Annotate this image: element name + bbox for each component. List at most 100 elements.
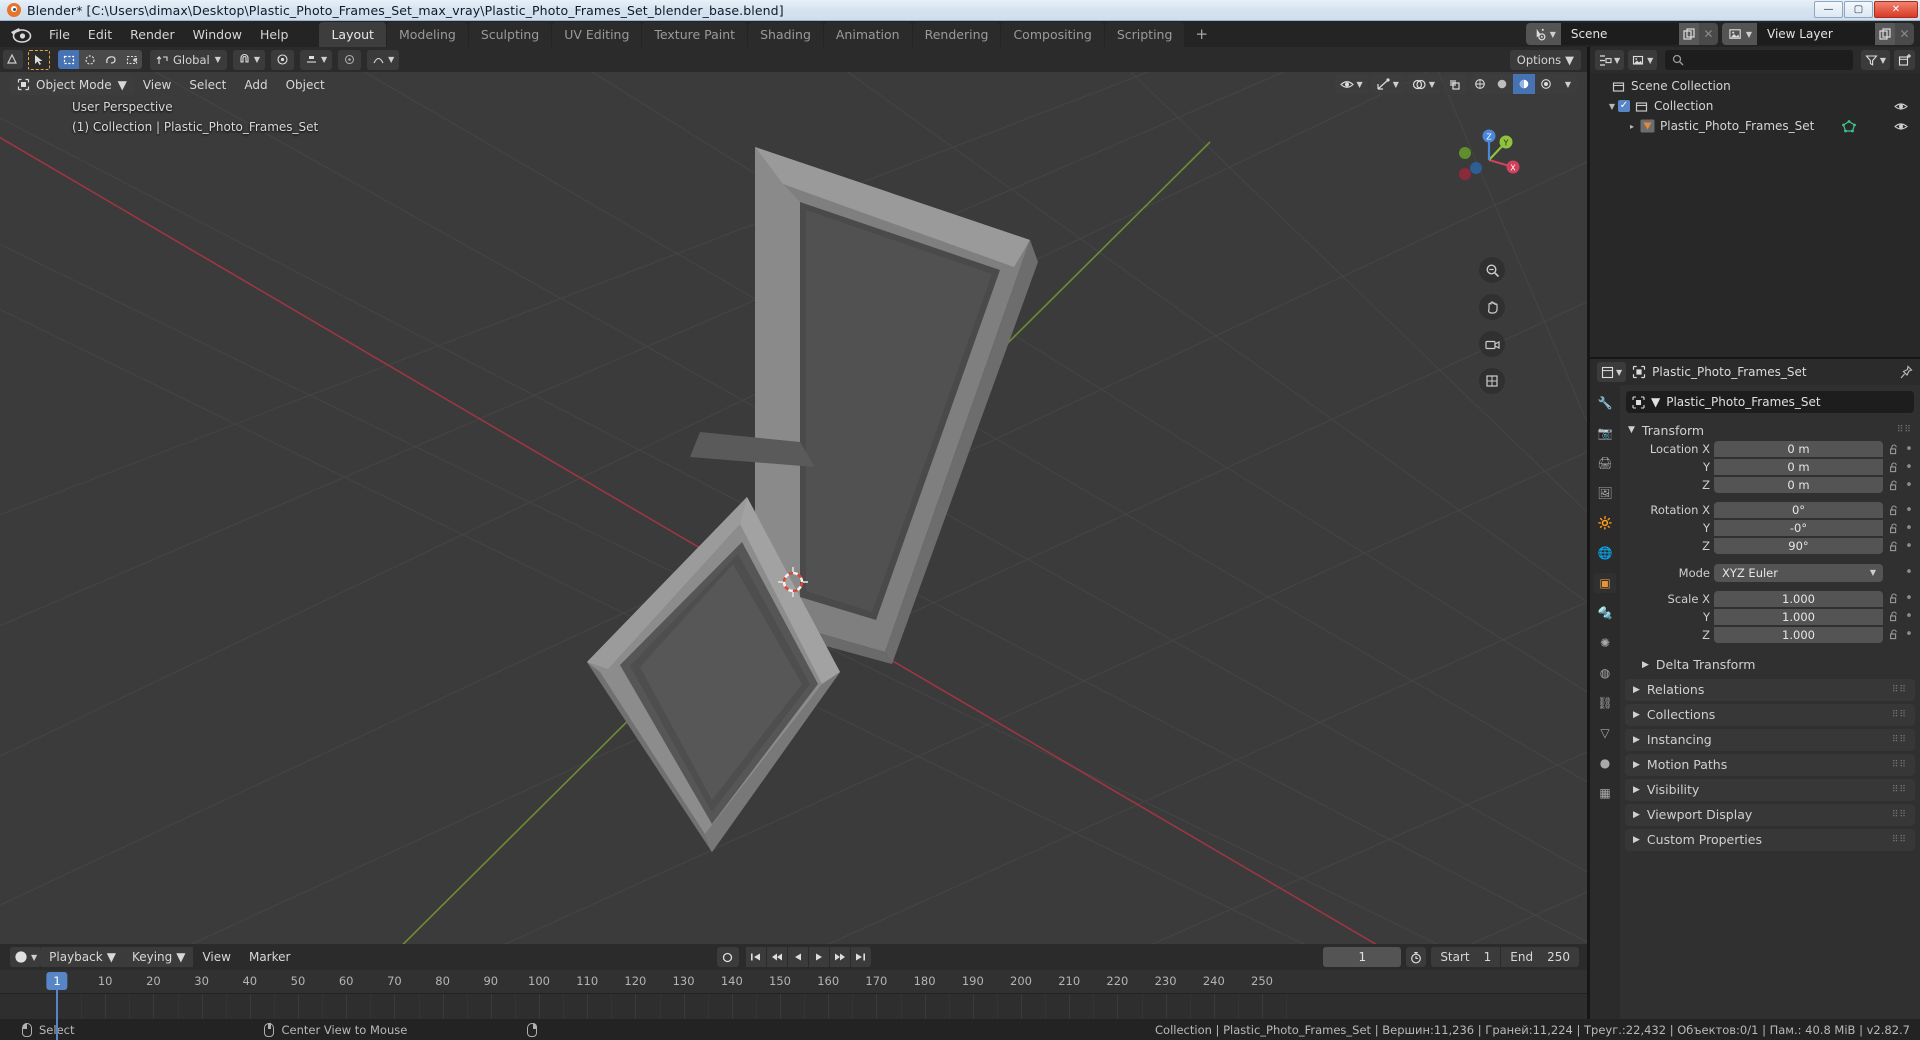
outliner-row-object[interactable]: ▸ Plastic_Photo_Frames_Set (1590, 116, 1920, 136)
viewport-menu-select[interactable]: Select (180, 75, 235, 95)
scene-selector[interactable]: ▼ Scene ✕ (1525, 23, 1718, 45)
animate-property-dot[interactable]: • (1904, 443, 1914, 456)
view-layer-browse-button[interactable]: ▼ (1721, 23, 1757, 45)
next-keyframe-button[interactable] (829, 947, 850, 967)
outliner-editor-type-button[interactable]: ▼ (1595, 50, 1625, 70)
maximize-button[interactable]: ▢ (1844, 1, 1873, 18)
scale-z-field[interactable]: 1.000 (1714, 626, 1883, 643)
transform-panel-header[interactable]: ▼ Transform ⠿⠿ (1620, 419, 1920, 441)
animate-property-dot[interactable]: • (1904, 479, 1914, 492)
menu-file[interactable]: File (40, 24, 79, 45)
viewport-options-dropdown[interactable]: Options ▼ (1509, 49, 1581, 70)
shading-dropdown-button[interactable]: ▼ (1557, 74, 1579, 94)
lock-icon[interactable] (1887, 629, 1900, 640)
panel-header-delta-transform[interactable]: ▶ Delta Transform (1620, 654, 1920, 676)
object-tab[interactable]: ▣ (1594, 573, 1616, 593)
minimize-button[interactable]: — (1814, 1, 1843, 18)
new-view-layer-button[interactable] (1875, 23, 1895, 45)
pivot-point-button[interactable] (338, 49, 362, 70)
tab-sculpting[interactable]: Sculpting (468, 21, 552, 47)
jump-to-start-button[interactable] (745, 947, 766, 967)
scene-tab[interactable]: 🔆 (1594, 513, 1616, 533)
tool-tab[interactable]: 🔧 (1594, 393, 1616, 413)
rotation-x-field[interactable]: 0° (1714, 502, 1883, 519)
output-tab[interactable]: 🖨 (1594, 453, 1616, 473)
editor-type-button[interactable] (3, 50, 23, 69)
material-tab[interactable]: ● (1594, 753, 1616, 773)
select-circle-button[interactable] (79, 50, 100, 69)
location-x-field[interactable]: 0 m (1714, 441, 1883, 458)
tab-modeling[interactable]: Modeling (386, 21, 468, 47)
render-tab[interactable]: 📷 (1594, 423, 1616, 443)
shading-solid-button[interactable] (1491, 74, 1513, 94)
panel-header-custom-properties[interactable]: ▶ Custom Properties ⠿⠿ (1625, 828, 1915, 851)
timeline-playhead[interactable]: 1 (46, 972, 68, 990)
new-collection-button[interactable] (1894, 50, 1915, 70)
play-reverse-button[interactable] (787, 947, 808, 967)
modifier-tab[interactable]: 🔩 (1594, 603, 1616, 623)
snap-target-button[interactable]: ▼ (300, 49, 333, 70)
gizmo-toggle-button[interactable]: ▼ (1370, 74, 1404, 94)
zoom-icon[interactable] (1479, 257, 1505, 283)
scale-y-field[interactable]: 1.000 (1714, 608, 1883, 625)
tab-layout[interactable]: Layout (319, 21, 386, 47)
panel-header-collections[interactable]: ▶ Collections ⠿⠿ (1625, 703, 1915, 726)
end-frame-field[interactable]: End 250 (1501, 947, 1579, 967)
start-frame-field[interactable]: Start 1 (1431, 947, 1501, 967)
lock-icon[interactable] (1887, 444, 1900, 455)
scene-name[interactable]: Scene (1560, 23, 1679, 45)
lock-icon[interactable] (1887, 462, 1900, 473)
viewport-menu-view[interactable]: View (134, 75, 180, 95)
view-layer-tab[interactable]: 🖼 (1594, 483, 1616, 503)
tab-rendering[interactable]: Rendering (912, 21, 1001, 47)
proportional-edit-button[interactable] (271, 49, 294, 70)
transform-orientation-dropdown[interactable]: Global ▼ (150, 49, 227, 70)
animate-property-dot[interactable]: • (1904, 628, 1914, 641)
shading-wireframe-button[interactable] (1469, 74, 1491, 94)
panel-header-motion-paths[interactable]: ▶ Motion Paths ⠿⠿ (1625, 753, 1915, 776)
particles-tab[interactable]: ✺ (1594, 633, 1616, 653)
physics-tab[interactable]: ◍ (1594, 663, 1616, 683)
scene-browse-button[interactable]: ▼ (1525, 23, 1561, 45)
navigation-gizmo[interactable]: X Y Z (1449, 120, 1529, 200)
auto-keyframe-toggle[interactable] (1406, 947, 1427, 967)
timeline-ruler[interactable]: 1 10 20 30 40 50 60 70 80 90 100 110 120 130 140 150 160… (0, 970, 1587, 1040)
previous-keyframe-button[interactable] (766, 947, 787, 967)
lock-icon[interactable] (1887, 505, 1900, 516)
camera-view-icon[interactable] (1479, 331, 1505, 357)
blender-app-icon[interactable] (10, 25, 32, 43)
tab-scripting[interactable]: Scripting (1104, 21, 1185, 47)
object-data-tab[interactable]: ▽ (1594, 723, 1616, 743)
properties-breadcrumb[interactable]: ▼ Plastic_Photo_Frames_Set (1626, 391, 1914, 413)
play-button[interactable] (808, 947, 829, 967)
timeline-track-area[interactable] (0, 994, 1587, 1019)
lock-icon[interactable] (1887, 480, 1900, 491)
lock-icon[interactable] (1887, 523, 1900, 534)
constraints-tab[interactable]: ⛓ (1594, 693, 1616, 713)
shading-material-button[interactable] (1513, 74, 1535, 94)
viewport-menu-object[interactable]: Object (277, 75, 334, 95)
timeline-editor[interactable]: ▼ Playback ▼ Keying ▼ View Marker 1 Star… (0, 944, 1587, 1040)
expand-triangle-icon[interactable]: ▼ (1606, 102, 1618, 111)
menu-help[interactable]: Help (251, 24, 298, 45)
new-scene-button[interactable] (1678, 23, 1699, 45)
pin-icon[interactable] (1899, 364, 1913, 380)
unlink-scene-button[interactable]: ✕ (1698, 23, 1718, 45)
view-layer-selector[interactable]: ▼ View Layer ✕ (1721, 23, 1914, 45)
expand-triangle-icon[interactable]: ▸ (1626, 122, 1638, 131)
3d-viewport[interactable]: Object Mode ▼ View Select Add Object ▼ ▼… (0, 72, 1587, 944)
outliner-row-collection[interactable]: ▼ ✓ Collection (1590, 96, 1920, 116)
rotation-y-field[interactable]: -0° (1714, 520, 1883, 537)
tweak-tool-button[interactable] (28, 49, 50, 70)
animate-property-dot[interactable]: • (1904, 504, 1914, 517)
panel-header-instancing[interactable]: ▶ Instancing ⠿⠿ (1625, 728, 1915, 751)
eye-icon[interactable] (1894, 121, 1908, 132)
timeline-menu-marker[interactable]: Marker (240, 950, 299, 964)
animate-property-dot[interactable]: • (1904, 461, 1914, 474)
timeline-menu-view[interactable]: View (193, 950, 239, 964)
animate-property-dot[interactable]: • (1904, 540, 1914, 553)
select-lasso-button[interactable] (100, 50, 121, 69)
tab-animation[interactable]: Animation (823, 21, 912, 47)
unlink-view-layer-button[interactable]: ✕ (1895, 23, 1914, 45)
texture-tab[interactable]: ▦ (1594, 783, 1616, 803)
